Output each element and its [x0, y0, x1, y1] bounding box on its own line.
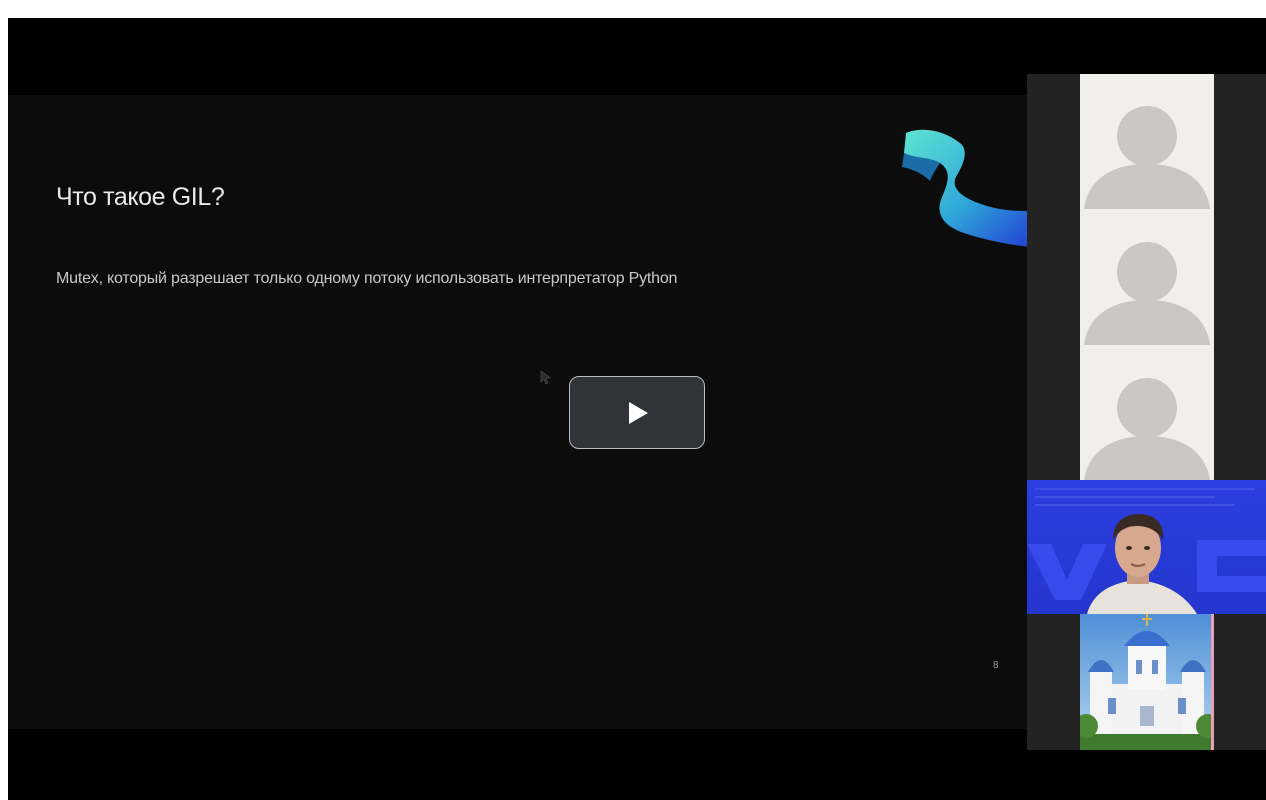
user-silhouette-icon[interactable]: [1080, 210, 1214, 345]
tile-edge-stripe: [1211, 614, 1214, 750]
play-icon: [629, 402, 648, 424]
slide-body-text: Mutex, который разрешает только одному п…: [56, 270, 678, 287]
slide-page-number: 8: [993, 660, 999, 671]
play-button[interactable]: [569, 376, 705, 449]
decorative-ribbon: [902, 129, 1030, 247]
user-silhouette-icon[interactable]: [1080, 74, 1214, 209]
avatar-column: [1080, 74, 1214, 480]
participant-profile-tile[interactable]: [1080, 614, 1214, 750]
presenter-video-frame: [1027, 488, 1266, 614]
slide-title: Что такое GIL?: [56, 183, 225, 211]
presentation-slide: Что такое GIL? Mutex, который разрешает …: [8, 95, 1030, 729]
video-player[interactable]: Что такое GIL? Mutex, который разрешает …: [8, 18, 1266, 800]
user-silhouette-icon[interactable]: [1080, 346, 1214, 480]
participants-panel: [1027, 74, 1266, 750]
presenter-camera-tile[interactable]: [1027, 480, 1266, 614]
mouse-cursor-icon: [540, 370, 551, 385]
church-image: [1080, 614, 1214, 750]
